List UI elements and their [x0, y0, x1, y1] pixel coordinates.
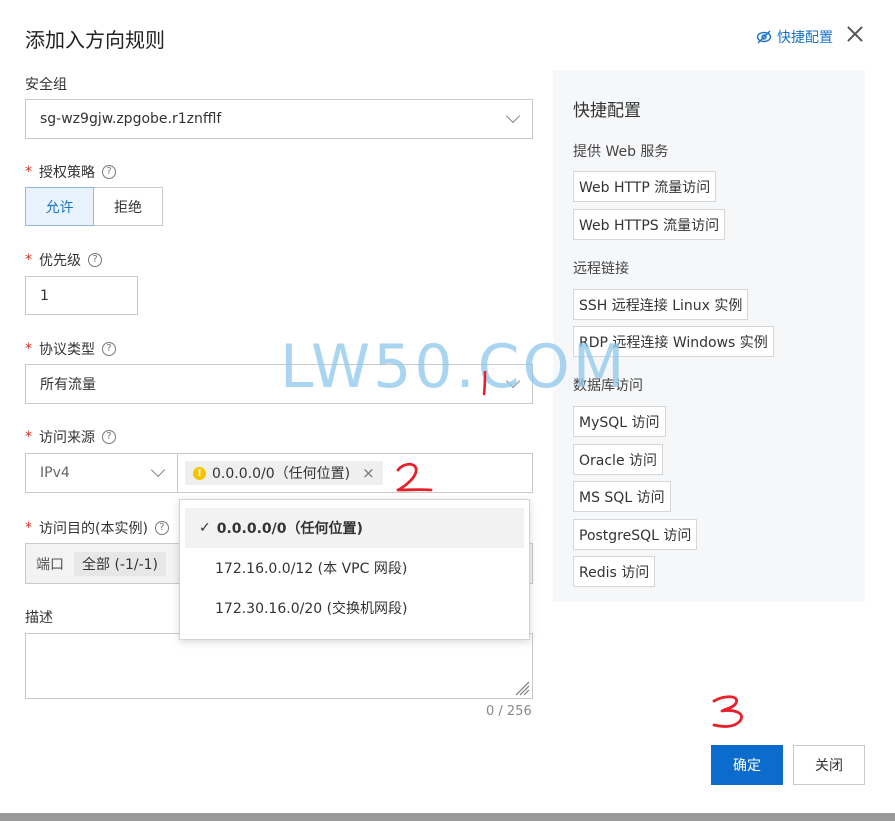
priority-input[interactable]: 1 — [25, 276, 138, 315]
watermark: LW50.COM — [280, 332, 628, 402]
group-remote-title: 远程链接 — [573, 261, 629, 277]
chevron-down-icon — [505, 108, 521, 124]
help-icon[interactable]: ? — [102, 342, 116, 356]
quick-mysql-button[interactable]: MySQL 访问 — [573, 406, 666, 437]
group-web-title: 提供 Web 服务 — [573, 144, 669, 160]
quick-postgresql-button[interactable]: PostgreSQL 访问 — [573, 519, 698, 550]
check-icon: ✓ — [199, 520, 211, 536]
source-input[interactable]: ! 0.0.0.0/0（任何位置) × — [177, 453, 533, 493]
help-icon[interactable]: ? — [154, 521, 169, 535]
quick-redis-button[interactable]: Redis 访问 — [573, 556, 656, 587]
dropdown-option-any[interactable]: ✓ 0.0.0.0/0（任何位置) — [185, 508, 524, 548]
protocol-label-text: 协议类型 — [39, 342, 95, 358]
dropdown-option-vswitch[interactable]: 172.30.16.0/20 (交换机网段) — [180, 588, 529, 628]
protocol-label: * 协议类型 ? — [25, 339, 116, 359]
destination-label-text: 访问目的(本实例) — [39, 521, 148, 537]
confirm-button[interactable]: 确定 — [711, 745, 783, 785]
security-group-label: 安全组 — [25, 74, 67, 94]
dialog-title: 添加入方向规则 — [25, 28, 165, 52]
policy-deny-option[interactable]: 拒绝 — [94, 187, 163, 226]
destination-label: * 访问目的(本实例) ? — [25, 518, 169, 538]
ip-version-select[interactable]: IPv4 — [25, 453, 178, 493]
policy-allow-option[interactable]: 允许 — [25, 187, 94, 226]
policy-label-text: 授权策略 — [39, 165, 95, 181]
quick-web-https-button[interactable]: Web HTTPS 流量访问 — [573, 209, 726, 240]
warning-icon: ! — [193, 466, 206, 480]
required-mark: * — [25, 252, 32, 268]
eye-off-icon — [756, 30, 772, 44]
annotation-3 — [712, 695, 743, 728]
quick-mssql-button[interactable]: MS SQL 访问 — [573, 481, 671, 512]
close-button[interactable]: 关闭 — [793, 745, 865, 785]
protocol-value: 所有流量 — [40, 377, 96, 393]
quick-config-link-label: 快捷配置 — [777, 30, 833, 46]
source-label: * 访问来源 ? — [25, 427, 116, 447]
source-tag-label: 0.0.0.0/0（任何位置) — [212, 466, 351, 482]
description-counter: 0 / 256 — [486, 704, 532, 719]
priority-label: * 优先级 ? — [25, 250, 102, 270]
source-tag: ! 0.0.0.0/0（任何位置) × — [185, 461, 383, 485]
quick-oracle-button[interactable]: Oracle 访问 — [573, 444, 664, 475]
required-mark: * — [25, 520, 32, 536]
required-mark: * — [25, 164, 32, 180]
security-group-label-text: 安全组 — [25, 77, 67, 93]
background-strip — [0, 813, 895, 821]
dropdown-option-label: 0.0.0.0/0（任何位置) — [216, 521, 363, 537]
chevron-down-icon — [150, 462, 166, 478]
required-mark: * — [25, 429, 32, 445]
required-mark: * — [25, 341, 32, 357]
description-textarea[interactable] — [25, 633, 533, 699]
ip-version-value: IPv4 — [40, 465, 70, 481]
port-label: 端口 — [36, 556, 64, 573]
annotation-2 — [396, 462, 433, 492]
help-icon[interactable]: ? — [88, 253, 102, 267]
quick-config-link[interactable]: 快捷配置 — [756, 27, 833, 47]
quick-config-panel-title: 快捷配置 — [573, 101, 641, 121]
resize-handle-icon[interactable] — [514, 680, 530, 696]
source-dropdown: ✓ 0.0.0.0/0（任何位置) 172.16.0.0/12 (本 VPC 网… — [179, 499, 530, 640]
security-group-value: sg-wz9gjw.zpgobe.r1znfflf — [40, 111, 222, 127]
dropdown-option-vpc[interactable]: 172.16.0.0/12 (本 VPC 网段) — [180, 548, 529, 588]
tag-remove-icon[interactable]: × — [362, 464, 375, 482]
close-icon[interactable] — [843, 22, 867, 46]
priority-label-text: 优先级 — [39, 253, 81, 269]
help-icon[interactable]: ? — [102, 430, 116, 444]
quick-ssh-button[interactable]: SSH 远程连接 Linux 实例 — [573, 289, 749, 320]
description-label-text: 描述 — [25, 610, 53, 626]
security-group-select[interactable]: sg-wz9gjw.zpgobe.r1znfflf — [25, 99, 533, 139]
source-label-text: 访问来源 — [39, 430, 95, 446]
policy-label: * 授权策略 ? — [25, 162, 116, 182]
priority-value: 1 — [40, 287, 49, 304]
annotation-1 — [482, 370, 487, 396]
quick-web-http-button[interactable]: Web HTTP 流量访问 — [573, 171, 717, 202]
policy-segment: 允许 拒绝 — [25, 187, 163, 226]
description-label: 描述 — [25, 607, 53, 627]
port-value: 全部 (-1/-1) — [74, 551, 167, 576]
help-icon[interactable]: ? — [102, 165, 116, 179]
